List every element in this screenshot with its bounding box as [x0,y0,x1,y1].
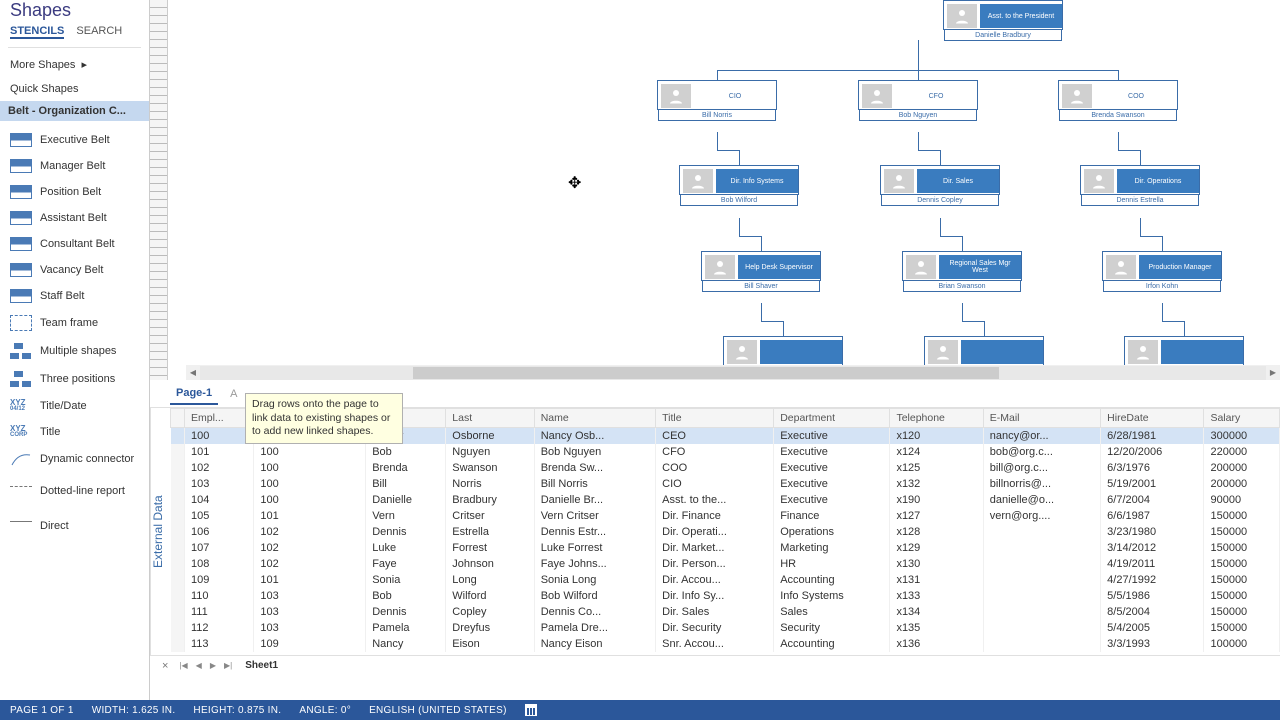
org-shape-coo[interactable]: COO Brenda Swanson [1058,80,1178,110]
table-row[interactable]: 102100BrendaSwansonBrenda Sw...COOExecut… [171,460,1280,476]
tab-search[interactable]: SEARCH [76,25,122,39]
stencil-item[interactable]: Dotted-line report [0,473,149,508]
person-icon [928,340,958,364]
stencil-item[interactable]: Staff Belt [0,283,149,309]
table-row[interactable]: 104100DanielleBradburyDanielle Br...Asst… [171,492,1280,508]
stencil-item[interactable]: Consultant Belt [0,231,149,257]
chevron-right-icon: ▸ [81,58,91,71]
status-bar: PAGE 1 OF 1 WIDTH: 1.625 IN. HEIGHT: 0.8… [0,700,1280,720]
person-icon [862,84,892,108]
org-shape-helpdesk[interactable]: Help Desk Supervisor Bill Shaver [701,251,821,281]
drawing-canvas[interactable]: Asst. to the President Danielle Bradbury… [168,0,1280,380]
org-shape-cio[interactable]: CIO Bill Norris [657,80,777,110]
org-shape-cfo[interactable]: CFO Bob Nguyen [858,80,978,110]
table-row[interactable]: 107102LukeForrestLuke ForrestDir. Market… [171,540,1280,556]
quick-shapes[interactable]: Quick Shapes [0,77,149,101]
nav-last-icon[interactable]: ▶| [221,661,235,670]
stencil-item[interactable]: Vacancy Belt [0,257,149,283]
org-shape-dir-is[interactable]: Dir. Info Systems Bob Wilford [679,165,799,195]
nav-next-icon[interactable]: ▶ [207,661,219,670]
status-angle: ANGLE: 0° [299,705,351,716]
person-icon [1084,169,1114,193]
org-shape-partial2[interactable] [924,336,1044,366]
person-icon [1106,255,1136,279]
person-icon [906,255,936,279]
table-row[interactable]: 105101VernCritserVern CritserDir. Financ… [171,508,1280,524]
scroll-left-icon[interactable]: ◀ [186,366,200,380]
person-icon [947,4,977,28]
table-row[interactable]: 110103BobWilfordBob WilfordDir. Info Sy.… [171,588,1280,604]
column-header[interactable]: Salary [1204,409,1280,428]
org-shape-asst[interactable]: Asst. to the President Danielle Bradbury [943,0,1063,30]
status-width: WIDTH: 1.625 IN. [92,705,176,716]
org-shape-pm[interactable]: Production Manager Irfon Kohn [1102,251,1222,281]
table-row[interactable]: 101100BobNguyenBob NguyenCFOExecutivex12… [171,444,1280,460]
stencil-item[interactable]: Direct [0,508,149,543]
org-shape-dir-ops[interactable]: Dir. Operations Dennis Estrella [1080,165,1200,195]
org-shape-partial3[interactable] [1124,336,1244,366]
close-icon[interactable]: × [156,660,174,672]
column-header[interactable]: Last [446,409,534,428]
status-height: HEIGHT: 0.875 IN. [193,705,281,716]
stencil-item[interactable]: XYZ04/12Title/Date [0,393,149,419]
scroll-right-icon[interactable]: ▶ [1266,366,1280,380]
table-row[interactable]: 103100BillNorrisBill NorrisCIOExecutivex… [171,476,1280,492]
nav-prev-icon[interactable]: ◀ [193,661,205,670]
stencil-item[interactable]: Team frame [0,309,149,337]
nav-first-icon[interactable]: |◀ [176,661,190,670]
column-header[interactable]: Empl... [185,409,254,428]
column-header[interactable]: Telephone [890,409,983,428]
column-header[interactable]: HireDate [1101,409,1204,428]
tab-stencils[interactable]: STENCILS [10,25,64,39]
table-row[interactable]: 109101SoniaLongSonia LongDir. Accou...Ac… [171,572,1280,588]
stencil-item[interactable]: Dynamic connector [0,445,149,473]
person-icon [727,340,757,364]
stencil-item[interactable]: Three positions [0,365,149,393]
table-row[interactable]: 108102FayeJohnsonFaye Johns...Dir. Perso… [171,556,1280,572]
external-data-label[interactable]: External Data [150,408,170,655]
stencil-item[interactable]: Executive Belt [0,127,149,153]
column-header[interactable]: Name [534,409,655,428]
stencil-item[interactable]: Multiple shapes [0,337,149,365]
org-shape-rsm[interactable]: Regional Sales Mgr West Brian Swanson [902,251,1022,281]
more-shapes[interactable]: More Shapes ▸ [0,52,149,77]
stencil-item[interactable]: Manager Belt [0,153,149,179]
column-header[interactable]: Title [656,409,774,428]
person-icon [683,169,713,193]
shapes-panel: Shapes STENCILS SEARCH More Shapes ▸ Qui… [0,0,150,700]
column-header[interactable]: Department [774,409,890,428]
person-icon [884,169,914,193]
tooltip: Drag rows onto the page to link data to … [245,393,403,444]
vertical-ruler [150,0,168,380]
shapes-title: Shapes [0,0,149,23]
person-icon [705,255,735,279]
stencil-header[interactable]: Belt - Organization C... [0,101,149,121]
table-row[interactable]: 111103DennisCopleyDennis Co...Dir. Sales… [171,604,1280,620]
column-header[interactable]: E-Mail [983,409,1100,428]
person-icon [1128,340,1158,364]
horizontal-scrollbar[interactable]: ◀ ▶ [186,365,1280,380]
tab-page-1[interactable]: Page-1 [170,383,218,405]
table-row[interactable]: 106102DennisEstrellaDennis Estr...Dir. O… [171,524,1280,540]
external-data-grid[interactable]: Empl...SupervisorIDFirstLastNameTitleDep… [170,408,1280,655]
stencil-item[interactable]: Assistant Belt [0,205,149,231]
org-shape-partial1[interactable] [723,336,843,366]
org-shape-dir-sales[interactable]: Dir. Sales Dennis Copley [880,165,1000,195]
person-icon [661,84,691,108]
calendar-icon[interactable] [525,704,537,716]
stencil-item[interactable]: XYZCORPTitle [0,419,149,445]
person-icon [1062,84,1092,108]
status-page: PAGE 1 OF 1 [10,705,74,716]
table-row[interactable]: 112103PamelaDreyfusPamela Dre...Dir. Sec… [171,620,1280,636]
table-row[interactable]: 113109NancyEisonNancy EisonSnr. Accou...… [171,636,1280,652]
status-lang: ENGLISH (UNITED STATES) [369,705,507,716]
stencil-item[interactable]: Position Belt [0,179,149,205]
sheet-tab[interactable]: Sheet1 [237,659,286,672]
